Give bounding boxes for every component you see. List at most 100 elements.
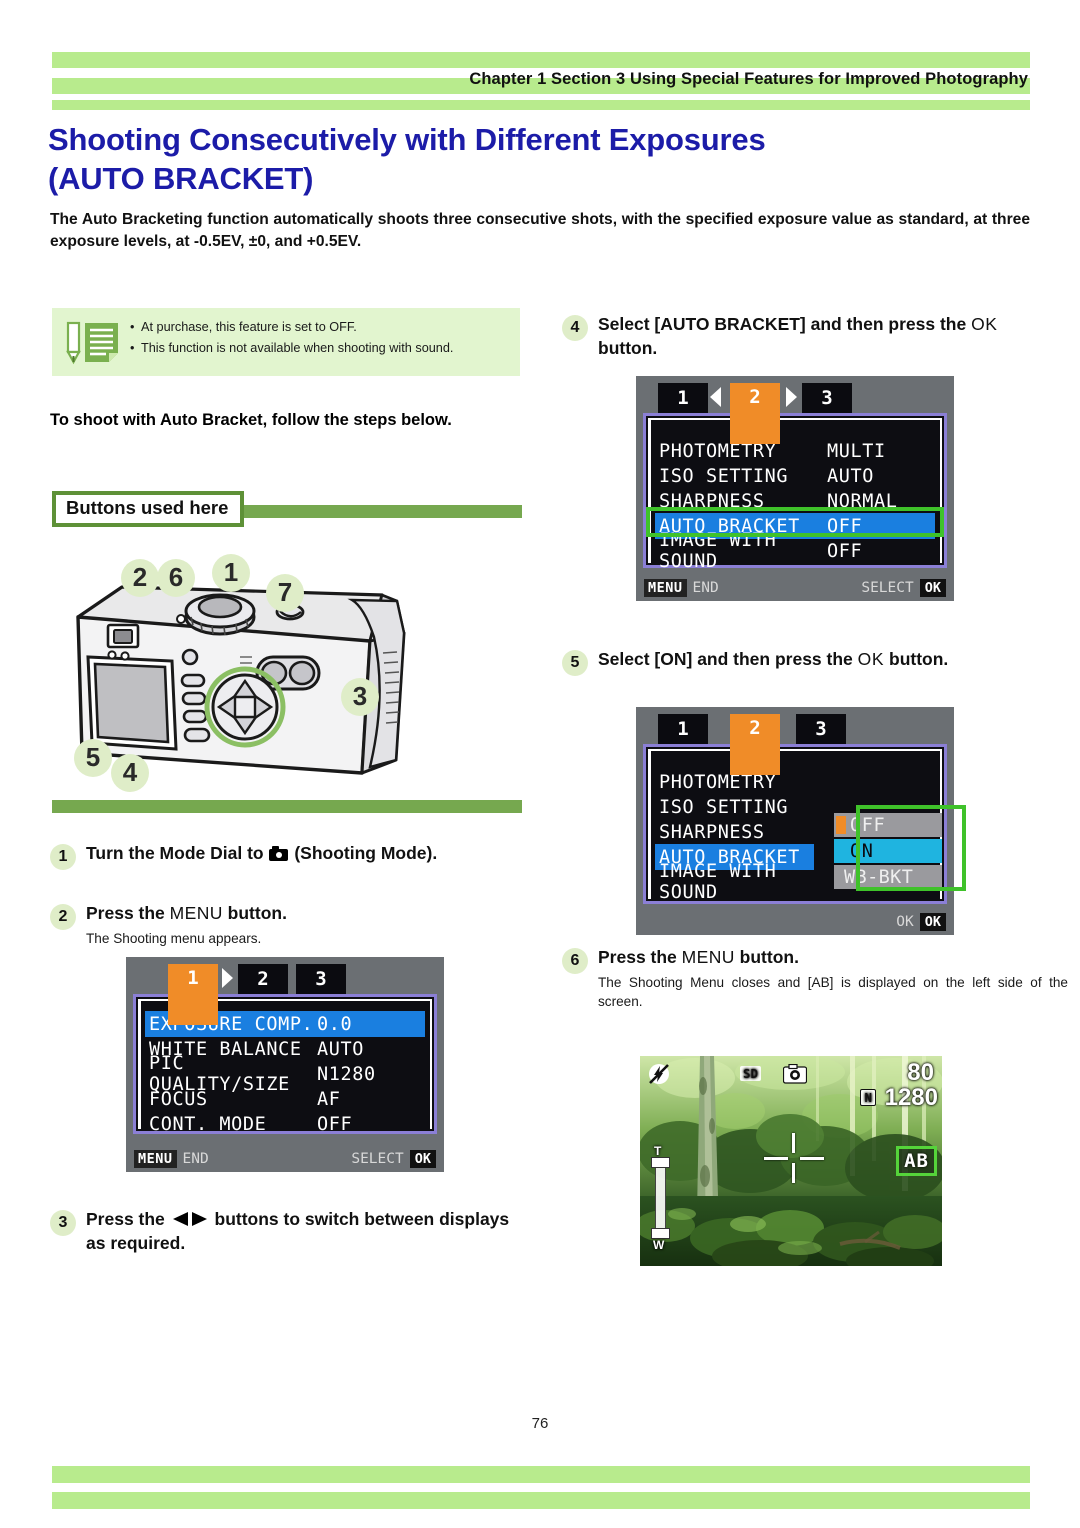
flash-off-icon (647, 1062, 671, 1091)
lcd1-ok-badge: OK (409, 1150, 436, 1168)
note-bullet-2: • This function is not available when sho… (130, 340, 454, 355)
step-5-heading: Select [ON] and then press the OK button… (598, 648, 1032, 672)
lcd2-row-1-value: AUTO (827, 465, 874, 487)
step-1-heading-pre: Turn the Mode Dial to (86, 843, 269, 863)
live-view-screen: SD 80 N 1280 AB T W (640, 1056, 942, 1266)
lcd1-row-2[interactable]: PIC QUALITY/SIZE N1280 (145, 1053, 425, 1095)
lcd3-row-2-label: SHARPNESS (659, 821, 765, 843)
manual-page: Chapter 1 Section 3 Using Special Featur… (0, 0, 1080, 1528)
lcd3-row-4[interactable]: IMAGE WITH SOUND (655, 861, 814, 903)
lcd2-footer: MENU END SELECT OK (636, 575, 954, 601)
lcd2-tab-2-active[interactable]: 2 (730, 383, 780, 444)
ok-button-word-4: OK (971, 314, 998, 334)
note-bullet-list: • At purchase, this feature is set to OFF… (130, 317, 453, 359)
lcd2-auto-bracket-highlight (646, 507, 944, 537)
step-3: 3 Press the buttons to switch between di… (50, 1208, 520, 1256)
quality-badge: N (860, 1089, 876, 1106)
lcd1-row-3[interactable]: FOCUS AF (145, 1086, 425, 1112)
step-1-heading: Turn the Mode Dial to (Shooting Mode). (86, 842, 520, 866)
zoom-bar-track[interactable] (655, 1161, 666, 1235)
left-right-arrows-icon (172, 1212, 207, 1227)
header-bar-top (52, 52, 1030, 68)
step-2: 2 Press the MENU button. The Shooting me… (50, 902, 520, 948)
lcd2-row-0-value: MULTI (827, 440, 886, 462)
shots-remaining: 80 (907, 1059, 934, 1086)
lcd2-end-text: END (692, 580, 719, 596)
lcd2-panel: PHOTOMETRY MULTI ISO SETTING AUTO SHARPNES… (643, 413, 947, 572)
section-divider-bar (52, 800, 522, 813)
camera-back-illustration: 2 6 1 7 3 5 4 (52, 545, 522, 795)
crosshair-top (792, 1133, 795, 1153)
note-bullet-1-text: At purchase, this feature is set to OFF. (141, 320, 357, 334)
step-6: 6 Press the MENU button. The Shooting Me… (562, 946, 1068, 1011)
shooting-menu-page-1: 1 1 2 3 EXPOSURE COMP.0.0 WHITE BALANCEA… (126, 957, 444, 1172)
lcd3-row-2[interactable]: SHARPNESS (655, 819, 814, 845)
lcd2-tab-1[interactable]: 1 (658, 383, 708, 413)
lcd3-tab-3[interactable]: 3 (796, 714, 846, 744)
lcd1-row-4-label: CONT. MODE (149, 1113, 267, 1135)
step-5-heading-post: button. (884, 649, 949, 669)
note-bullet-1: • At purchase, this feature is set to OFF… (130, 320, 357, 334)
crosshair-bottom (792, 1163, 795, 1183)
lcd2-row-4[interactable]: IMAGE WITH SOUND OFF (655, 530, 935, 572)
lcd2-select-text: SELECT (861, 580, 914, 596)
zoom-tele-label: T (654, 1144, 662, 1158)
lcd3-row-1[interactable]: ISO SETTING (655, 794, 814, 820)
step-6-heading-post: button. (734, 947, 799, 967)
lcd2-ok-badge: OK (919, 579, 946, 597)
lcd1-tab-3[interactable]: 3 (296, 964, 346, 994)
note-bullet-2-text: This function is not available when shoo… (141, 340, 454, 355)
lead-in-text: To shoot with Auto Bracket, follow the s… (50, 411, 452, 429)
svg-text:1: 1 (224, 557, 238, 587)
footer-bar-bottom (52, 1492, 1030, 1509)
svg-text:6: 6 (169, 562, 183, 592)
lcd1-tab-2[interactable]: 2 (238, 964, 288, 994)
lcd2-tab-arrow-left (710, 387, 721, 407)
resolution-indicator: 1280 (884, 1084, 938, 1111)
page-number: 76 (531, 1415, 549, 1432)
step-1: 1 Turn the Mode Dial to (Shooting Mode). (50, 842, 520, 870)
auto-bracket-indicator: AB (896, 1146, 937, 1176)
header-bar-bottom (52, 100, 1030, 110)
lcd3-tab-2-active[interactable]: 2 (730, 714, 780, 775)
buttons-used-here-bar (202, 505, 522, 518)
lcd1-row-4[interactable]: CONT. MODE OFF (145, 1111, 425, 1137)
lcd2-tab-3[interactable]: 3 (802, 383, 852, 413)
lcd1-tab-1-active[interactable]: 1 (168, 964, 218, 1025)
step-6-heading-pre: Press the (598, 947, 682, 967)
lcd2-row-1[interactable]: ISO SETTING AUTO (655, 463, 935, 489)
lcd1-end-text: END (182, 1151, 209, 1167)
step-5: 5 Select [ON] and then press the OK butt… (562, 648, 1032, 676)
camera-mode-icon (269, 846, 289, 861)
lcd2-row-1-label: ISO SETTING (659, 465, 789, 487)
svg-text:3: 3 (353, 681, 367, 711)
lcd3-tab-1[interactable]: 1 (658, 714, 708, 744)
step-3-heading-pre: Press the (86, 1209, 170, 1229)
lcd1-menu-badge: MENU (134, 1150, 177, 1168)
lcd2-menu-badge: MENU (644, 579, 687, 597)
svg-text:5: 5 (86, 742, 100, 772)
step-3-number: 3 (50, 1210, 76, 1236)
lcd3-footer: OK OK (636, 909, 954, 935)
note-box: • At purchase, this feature is set to OFF… (52, 308, 520, 376)
step-3-heading: Press the buttons to switch between disp… (86, 1208, 520, 1256)
step-1-heading-post: (Shooting Mode). (289, 843, 438, 863)
lcd1-tab-arrow-right (222, 968, 233, 988)
lcd1-row-3-label: FOCUS (149, 1088, 208, 1110)
step-4-heading-pre: Select [AUTO BRACKET] and then press the (598, 314, 972, 334)
lcd3-ok-badge: OK (919, 913, 946, 931)
step-4-number: 4 (562, 315, 588, 341)
crosshair-left (764, 1157, 788, 1160)
buttons-used-here-label: Buttons used here (52, 491, 245, 527)
page-title-line-2: (AUTO BRACKET) (48, 161, 314, 197)
ok-button-word-5: OK (857, 649, 885, 669)
lcd3-row-1-label: ISO SETTING (659, 796, 789, 818)
step-2-heading-post: button. (222, 903, 287, 923)
step-4-heading-post: button. (598, 337, 658, 358)
sd-card-badge: SD (740, 1066, 762, 1081)
lcd2-row-0[interactable]: PHOTOMETRY MULTI (655, 438, 935, 464)
footer-bar-top (52, 1466, 1030, 1483)
page-title-line-1: Shooting Consecutively with Different Ex… (48, 122, 766, 157)
step-5-heading-pre: Select [ON] and then press the (598, 649, 858, 669)
menu-button-word-6: MENU (681, 947, 735, 967)
